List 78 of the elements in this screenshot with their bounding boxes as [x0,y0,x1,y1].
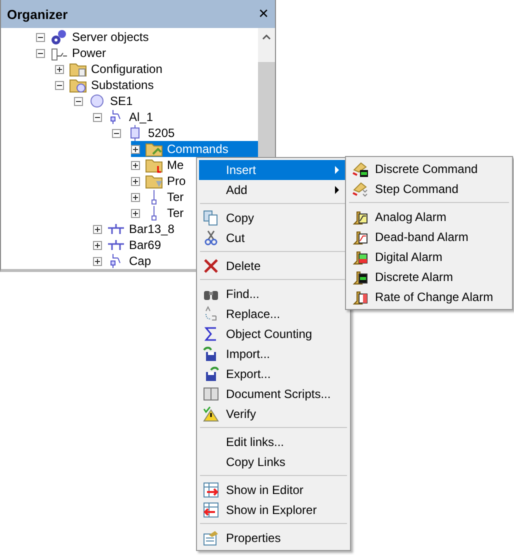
menu-item[interactable]: Dead-band Alarm [348,227,510,247]
collapse-toggle[interactable] [36,48,45,58]
expand-toggle[interactable] [131,192,140,202]
expand-toggle[interactable] [131,144,140,154]
book-icon [203,386,219,402]
scroll-up-icon[interactable] [262,34,271,40]
expand-toggle[interactable] [93,224,102,234]
arrow-left-icon [203,502,219,518]
menu-item[interactable]: Find... [199,284,348,304]
folder-icon [145,141,163,157]
replace-icon [203,306,219,322]
menu-item[interactable]: Copy [199,208,348,228]
scissors-icon [203,230,219,246]
copy-icon [203,210,219,226]
collapse-toggle[interactable] [36,32,45,42]
warning-icon [203,406,219,422]
collapse-toggle[interactable] [55,80,64,90]
menu-item[interactable]: Rate of Change Alarm [348,287,510,307]
tree-item[interactable]: Al_1 [93,109,258,125]
folder-icon [145,157,163,173]
busbar-icon [107,237,125,253]
menu-item[interactable]: Document Scripts... [199,384,348,404]
folder-icon [145,173,163,189]
menu-item[interactable]: Replace... [199,304,348,324]
properties-icon [203,530,219,546]
sigma-icon [203,326,219,342]
alarm-icon [352,289,368,305]
panel-title: Organizer [7,6,68,22]
tree-item[interactable]: Server objects [6,29,258,45]
tree-item[interactable]: Configuration [55,61,258,77]
menu-item[interactable]: Edit links... [199,432,348,452]
expand-toggle[interactable] [131,208,140,218]
folder-icon [69,77,87,93]
command-icon [352,161,368,177]
menu-item[interactable]: Analog Alarm [348,207,510,227]
menu-item[interactable]: Delete [199,256,348,276]
arrow-right-icon [203,482,219,498]
tree-item[interactable]: Substations [55,77,258,93]
expand-toggle[interactable] [131,160,140,170]
cross-icon [203,258,219,274]
tree-item[interactable]: Commands [131,141,258,157]
export-icon [203,366,219,382]
menu-item[interactable]: Properties [199,528,348,548]
menu-item[interactable]: Step Command [348,179,510,199]
menu-item[interactable]: Verify [199,404,348,424]
expand-toggle[interactable] [131,176,140,186]
close-button[interactable]: ✕ [256,6,271,22]
collapse-toggle[interactable] [112,128,121,138]
menu-item[interactable]: Add [199,180,348,200]
alarm-icon [352,249,368,265]
tree-item[interactable]: 5205 [112,125,258,141]
menu-item[interactable]: Discrete Command [348,159,510,179]
folder-icon [69,61,87,77]
menu-item[interactable]: Import... [199,344,348,364]
menu-item[interactable]: Insert [199,160,348,180]
alarm-icon [352,229,368,245]
gears-icon [50,29,68,45]
menu-item[interactable]: Show in Editor [199,480,348,500]
menu-item[interactable]: Object Counting [199,324,348,344]
alarm-icon [352,209,368,225]
expand-toggle[interactable] [55,64,64,74]
menu-item[interactable]: Cut [199,228,348,248]
alarm-icon [352,269,368,285]
import-icon [203,346,219,362]
collapse-toggle[interactable] [74,96,83,106]
menu-item[interactable]: Copy Links [199,452,348,472]
expand-toggle[interactable] [93,240,102,250]
command-icon [352,181,368,197]
tree-item[interactable]: Power [36,45,258,61]
circle-icon [88,93,106,109]
tree-item[interactable]: SE1 [74,93,258,109]
menu-item[interactable]: Show in Explorer [199,500,348,520]
menu-item[interactable]: Digital Alarm [348,247,510,267]
menu-item[interactable]: Discrete Alarm [348,267,510,287]
collapse-toggle[interactable] [93,112,102,122]
busbar-icon [107,221,125,237]
menu-item[interactable]: Export... [199,364,348,384]
expand-toggle[interactable] [93,256,102,266]
